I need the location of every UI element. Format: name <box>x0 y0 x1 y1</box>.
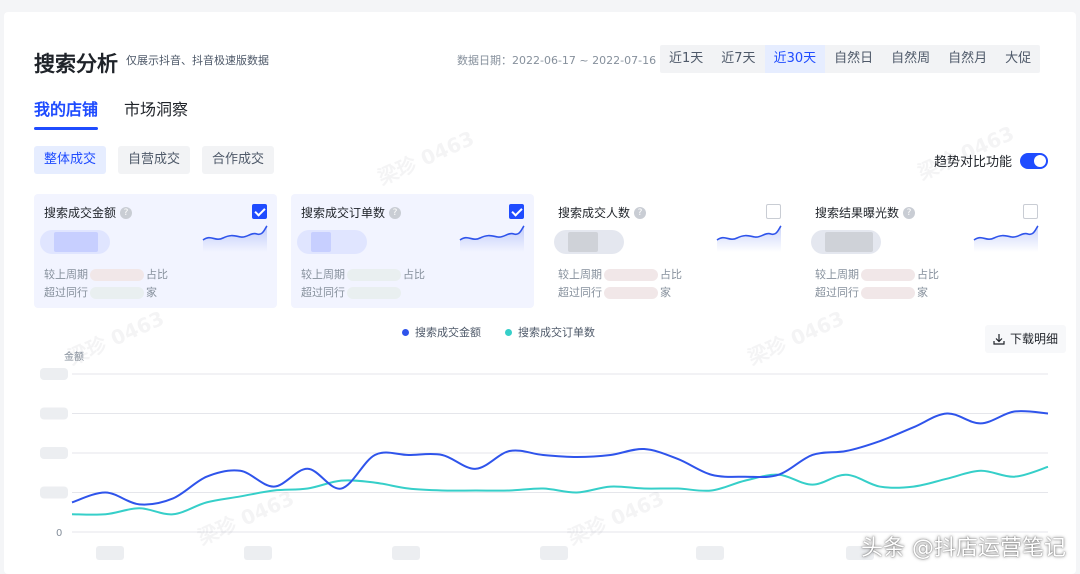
legend-dot-icon <box>505 328 512 336</box>
legend-item-gmv[interactable]: 搜索成交金额 <box>402 324 481 340</box>
y-tick-masked <box>40 368 68 380</box>
metric-label: 搜索成交金额 <box>44 206 117 220</box>
peer-label: 超过同行 <box>558 286 602 299</box>
x-tick-masked <box>244 546 272 560</box>
metric-compare-line: 较上周期 占比 <box>558 266 682 282</box>
metric-peer-line: 超过同行 家 <box>44 284 157 300</box>
metric-label-wrap: 搜索成交金额 ? <box>44 204 267 221</box>
peer-unit: 家 <box>917 286 928 299</box>
tab-market-insight[interactable]: 市场洞察 <box>124 96 188 130</box>
legend-label: 搜索成交订单数 <box>518 326 595 339</box>
peer-label: 超过同行 <box>815 286 859 299</box>
legend-dot-icon <box>402 328 409 336</box>
tab-my-store[interactable]: 我的店铺 <box>34 96 99 130</box>
help-icon[interactable]: ? <box>120 206 133 219</box>
trend-compare-label: 趋势对比功能 <box>933 155 1012 170</box>
y-axis-title: 金额 <box>64 352 84 363</box>
sub-tab-self-operated[interactable]: 自营成交 <box>118 146 191 174</box>
metric-checkbox[interactable] <box>252 204 267 219</box>
peer-unit: 家 <box>146 286 157 299</box>
download-label: 下载明细 <box>1009 332 1058 346</box>
range-natural-day-button[interactable]: 自然日 <box>825 45 882 73</box>
y-tick-masked <box>40 486 68 499</box>
trend-compare-toggle[interactable] <box>1020 152 1048 169</box>
share-label: 占比 <box>917 268 939 281</box>
peer-label: 超过同行 <box>44 286 88 299</box>
share-label: 占比 <box>660 268 682 281</box>
x-tick-masked <box>96 546 124 560</box>
sub-tab-overall[interactable]: 整体成交 <box>34 146 107 174</box>
metric-checkbox[interactable] <box>766 204 781 219</box>
metric-value-masked <box>811 230 881 254</box>
download-details-button[interactable]: 下载明细 <box>984 325 1066 353</box>
search-analysis-card: 搜索分析 仅展示抖音、抖音极速版数据 数据日期：2022-06-17 ~ 202… <box>4 12 1076 574</box>
page-title: 搜索分析 <box>34 52 118 76</box>
metric-label-wrap: 搜索成交人数 ? <box>558 204 781 221</box>
x-tick-masked <box>540 546 568 560</box>
chart-legend: 搜索成交金额 搜索成交订单数 <box>402 324 595 340</box>
sparkline-icon <box>716 225 782 252</box>
metric-label: 搜索成交订单数 <box>301 206 386 220</box>
help-icon[interactable]: ? <box>634 206 647 219</box>
range-natural-month-button[interactable]: 自然月 <box>939 45 996 73</box>
metric-card-search-impressions[interactable]: 搜索结果曝光数 ? 较上周期 占比 超过同行 家 <box>805 194 1048 308</box>
metric-label: 搜索结果曝光数 <box>815 206 900 220</box>
metric-card-search-gmv[interactable]: 搜索成交金额 ? 较上周期 占比 超过同行 家 <box>34 194 277 308</box>
metric-peer-line: 超过同行 家 <box>558 284 671 300</box>
x-tick-masked <box>392 546 420 560</box>
help-icon[interactable]: ? <box>389 206 402 219</box>
metric-card-search-orders[interactable]: 搜索成交订单数 ? 较上周期 占比 超过同行 <box>291 194 534 308</box>
range-promo-button[interactable]: 大促 <box>996 45 1040 73</box>
metric-card-search-buyers[interactable]: 搜索成交人数 ? 较上周期 占比 超过同行 家 <box>548 194 791 308</box>
sparkline-icon <box>973 225 1039 252</box>
watermark: 梁珍 0463 <box>744 306 848 370</box>
sparkline-icon <box>202 225 268 252</box>
metric-checkbox[interactable] <box>509 204 524 219</box>
y-tick-label: 0 <box>56 528 62 539</box>
sparkline-icon <box>459 225 525 252</box>
compare-prev-label: 较上周期 <box>815 268 859 281</box>
deal-type-tabs: 整体成交 自营成交 合作成交 <box>34 146 275 174</box>
compare-prev-label: 较上周期 <box>558 268 602 281</box>
y-tick-masked <box>40 407 68 420</box>
range-1d-button[interactable]: 近1天 <box>660 45 712 73</box>
compare-prev-label: 较上周期 <box>44 268 88 281</box>
x-tick-masked <box>696 546 724 560</box>
watermark: 梁珍 0463 <box>374 126 478 190</box>
metric-value-masked <box>554 230 624 254</box>
share-label: 占比 <box>146 268 168 281</box>
legend-item-orders[interactable]: 搜索成交订单数 <box>505 324 595 340</box>
help-icon[interactable]: ? <box>903 206 916 219</box>
metric-checkbox[interactable] <box>1023 204 1038 219</box>
metric-value-masked <box>40 230 110 254</box>
metric-peer-line: 超过同行 <box>301 284 403 300</box>
range-natural-week-button[interactable]: 自然周 <box>882 45 939 73</box>
range-7d-button[interactable]: 近7天 <box>712 45 764 73</box>
metric-label-wrap: 搜索结果曝光数 ? <box>815 204 1038 221</box>
metric-compare-line: 较上周期 占比 <box>44 266 168 282</box>
range-30d-button[interactable]: 近30天 <box>764 45 826 73</box>
compare-prev-label: 较上周期 <box>301 268 345 281</box>
metric-compare-line: 较上周期 占比 <box>815 266 939 282</box>
metric-compare-line: 较上周期 占比 <box>301 266 425 282</box>
peer-label: 超过同行 <box>301 286 345 299</box>
date-range-selector: 近1天 近7天 近30天 自然日 自然周 自然月 大促 <box>660 45 1041 73</box>
trend-compare: 趋势对比功能 <box>934 151 1048 170</box>
page-subtitle: 仅展示抖音、抖音极速版数据 <box>126 54 269 67</box>
share-label: 占比 <box>403 268 425 281</box>
legend-label: 搜索成交金额 <box>415 326 481 339</box>
date-range-label: 数据日期：2022-06-17 ~ 2022-07-16 <box>457 54 657 67</box>
sub-tab-cooperation[interactable]: 合作成交 <box>202 146 275 174</box>
metric-label: 搜索成交人数 <box>558 206 631 220</box>
metric-peer-line: 超过同行 家 <box>815 284 928 300</box>
y-tick-masked <box>40 447 68 459</box>
metric-value-masked <box>297 230 367 254</box>
download-icon <box>993 334 1005 345</box>
peer-unit: 家 <box>660 286 671 299</box>
series-line-orders[interactable] <box>71 465 1049 516</box>
author-signature: 头条 @抖店运营笔记 <box>861 536 1066 561</box>
metric-label-wrap: 搜索成交订单数 ? <box>301 204 524 221</box>
main-tabs: 我的店铺 市场洞察 <box>34 96 188 130</box>
